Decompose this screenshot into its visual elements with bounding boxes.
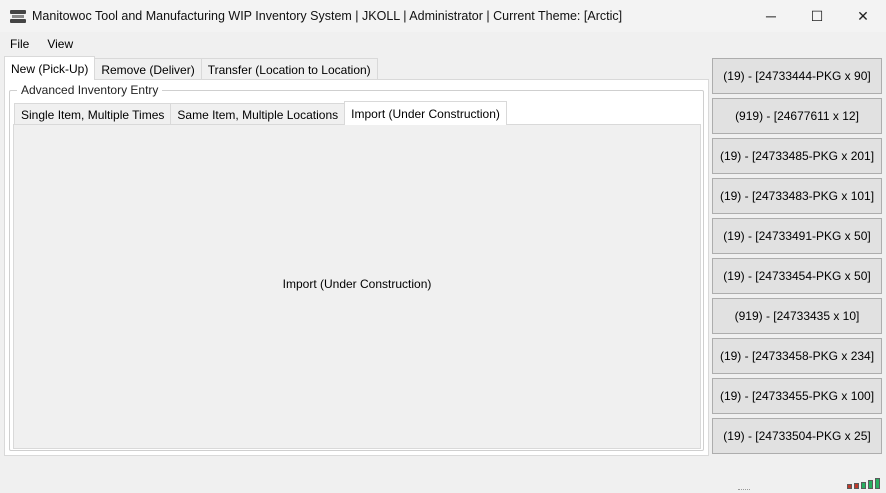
- menu-bar: File View: [0, 34, 81, 54]
- signal-bar: [875, 478, 880, 489]
- queue-item-button[interactable]: (919) - [24733435 x 10]: [712, 298, 882, 334]
- queue-item-button[interactable]: (19) - [24733458-PKG x 234]: [712, 338, 882, 374]
- splitter-grip[interactable]: [738, 489, 750, 493]
- maximize-button[interactable]: ☐: [794, 0, 840, 32]
- menu-file[interactable]: File: [0, 37, 37, 51]
- tab-transfer[interactable]: Transfer (Location to Location): [200, 58, 378, 80]
- queue-item-button[interactable]: (19) - [24733483-PKG x 101]: [712, 178, 882, 214]
- tab-import[interactable]: Import (Under Construction): [344, 101, 507, 125]
- signal-bar: [868, 480, 873, 489]
- title-bar: Manitowoc Tool and Manufacturing WIP Inv…: [0, 0, 886, 32]
- menu-view[interactable]: View: [37, 37, 81, 51]
- queue-item-button[interactable]: (19) - [24733444-PKG x 90]: [712, 58, 882, 94]
- tab-new-pick-up[interactable]: New (Pick-Up): [4, 56, 96, 80]
- minimize-button[interactable]: ─: [748, 0, 794, 32]
- import-label: Import (Under Construction): [282, 277, 432, 291]
- import-panel: Import (Under Construction): [13, 124, 701, 449]
- entry-tab-strip: Single Item, Multiple Times Same Item, M…: [14, 101, 507, 125]
- queue-item-button[interactable]: (919) - [24677611 x 12]: [712, 98, 882, 134]
- signal-strength-icon: [847, 478, 880, 489]
- new-pick-up-panel: Advanced Inventory Entry Single Item, Mu…: [4, 79, 709, 456]
- queue-item-button[interactable]: (19) - [24733491-PKG x 50]: [712, 218, 882, 254]
- advanced-inventory-group: Advanced Inventory Entry Single Item, Mu…: [9, 83, 704, 451]
- app-icon: [10, 9, 26, 23]
- queue-item-button[interactable]: (19) - [24733504-PKG x 25]: [712, 418, 882, 454]
- signal-bar: [854, 483, 859, 489]
- queue-item-button[interactable]: (19) - [24733485-PKG x 201]: [712, 138, 882, 174]
- group-title: Advanced Inventory Entry: [17, 83, 163, 97]
- queue-list: (19) - [24733444-PKG x 90] (919) - [2467…: [712, 58, 882, 458]
- queue-item-button[interactable]: (19) - [24733454-PKG x 50]: [712, 258, 882, 294]
- signal-bar: [847, 484, 852, 489]
- status-bar: [0, 460, 886, 493]
- close-button[interactable]: ✕: [840, 0, 886, 32]
- tab-remove-deliver[interactable]: Remove (Deliver): [94, 58, 202, 80]
- tab-same-item[interactable]: Same Item, Multiple Locations: [170, 103, 346, 125]
- window-title: Manitowoc Tool and Manufacturing WIP Inv…: [32, 9, 623, 23]
- queue-item-button[interactable]: (19) - [24733455-PKG x 100]: [712, 378, 882, 414]
- main-tab-strip: New (Pick-Up) Remove (Deliver) Transfer …: [4, 56, 378, 80]
- tab-single-item[interactable]: Single Item, Multiple Times: [14, 103, 172, 125]
- signal-bar: [861, 482, 866, 489]
